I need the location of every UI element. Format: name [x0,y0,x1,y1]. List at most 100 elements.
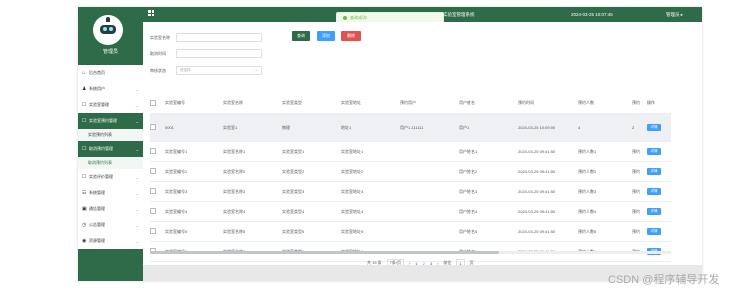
select-all-checkbox[interactable] [150,99,156,106]
sidebar-item[interactable]: ▣ 通告管理 ⌄ [78,201,143,217]
table-cell: 实验室编号4 [165,208,188,214]
table-cell: 0001 [165,125,174,130]
action-cell: 详情 [647,228,671,235]
table-row[interactable]: 实验室编号3 实验室名称3 实验室类型3 实验室地址3 用户姓名3 2024-03-25 … [150,182,671,202]
nav-icon: ☐ [82,146,87,152]
chevron-down-icon: ⌄ [135,146,139,152]
row-checkbox[interactable] [150,168,156,174]
chevron-down-icon: ⌄ [135,206,139,212]
column-header: 实验室地址 [341,100,361,105]
app-window: 管理员 ⌂ 后台首页 ♟ 系统用户 ⌄ ☐ 实验室管理 ⌄ ☐ 实验室预约管理 ⌄ 实验预约列表 ☐ 取消… [78,7,702,281]
sidebar-item[interactable]: ☐ 实验评价管理 ⌄ [78,169,143,185]
table-cell: 实验室类型2 [282,168,305,174]
detail-button[interactable]: 详情 [647,228,661,235]
data-table: 实验室编号 实验室名称 实验室类型 实验室地址 预约用户 用户姓名 预约时间 预约人数 预约 操作… [150,93,671,262]
table-cell: 预约 [632,208,640,214]
detail-button[interactable]: 详情 [647,208,661,215]
chevron-down-icon: ⌄ [135,102,139,108]
table-cell: 实验室类型4 [282,208,305,214]
sidebar-item[interactable]: ⌂ 后台首页 [78,65,143,81]
column-header: 操作 [647,100,655,105]
nav-icon: ⌂ [82,70,86,76]
column-header: 实验室类型 [282,100,302,105]
sidebar-item-label: 公告管理 [89,222,105,227]
table-cell: 2024-03-25 09:41:50 [518,209,556,214]
chevron-down-icon: ⌄ [135,190,139,196]
column-header: 实验室编号 [165,100,185,105]
sidebar-item[interactable]: ☐ 实验室管理 ⌄ [78,97,143,113]
sidebar-item[interactable]: ◉ 资源管理 ⌄ [78,233,143,249]
detail-button[interactable]: 详情 [647,124,661,131]
add-button[interactable]: 添加 [317,31,335,41]
table-cell: 预约人数4 [578,208,597,214]
table-cell: 实验室名称4 [223,208,246,214]
table-row[interactable]: 0001 实验室1 物理 地址1 用户1-111111 用户1 2024-03-25 10:… [150,114,671,142]
toast-message: 查询成功! [350,15,368,20]
sidebar-item-label: 系统管理 [89,190,105,195]
horizontal-scrollbar[interactable] [150,251,671,254]
column-header: 实验室名称 [223,100,243,105]
row-checkbox[interactable] [150,228,156,234]
delete-button[interactable]: 删除 [341,31,361,41]
table-cell: 实验室名称5 [223,228,246,234]
detail-button[interactable]: 详情 [647,188,661,195]
filter-name-label: 实验室名称 [150,34,170,40]
row-checkbox[interactable] [150,188,156,194]
table-cell: 2024-03-25 09:41:50 [518,189,556,194]
user-menu[interactable]: 管理员 ▸ [666,12,683,18]
table-cell: 用户1 [459,124,470,130]
detail-button[interactable]: 详情 [647,168,661,175]
chevron-down-icon: ⌄ [135,118,139,124]
row-checkbox[interactable] [150,148,156,154]
grid-menu-icon[interactable] [148,10,154,16]
table-cell: 实验室编号5 [165,228,188,234]
table-cell: 实验室编号3 [165,188,188,194]
column-header: 预约用户 [400,100,416,105]
table-row[interactable]: 实验室编号4 实验室名称4 实验室类型4 实验室地址4 用户姓名4 2024-03-25 … [150,202,671,222]
nav-icon: ☷ [82,190,87,196]
table-cell: 实验室地址1 [341,148,364,154]
sidebar-subitem[interactable]: 实验预约列表 [78,129,143,141]
table-cell: 4 [578,125,581,130]
table-cell: 预约 [632,188,640,194]
status-placeholder: 请选择 [180,68,191,72]
table-row[interactable]: 实验室编号1 实验室名称1 实验室类型1 实验室地址1 用户姓名1 2024-03-25 … [150,142,671,162]
row-checkbox[interactable] [150,208,156,214]
sidebar-item[interactable]: ☐ 实验室预约管理 ⌄ [78,113,143,129]
table-cell: 用户姓名5 [459,228,478,234]
success-check-icon [343,16,347,20]
sidebar-item-label: 实验评价管理 [89,174,113,179]
column-header: 预约人数 [578,100,594,105]
table-cell: 地址1 [341,124,352,130]
table-cell: 2 [632,125,635,130]
table-cell: 预约人数3 [578,188,597,194]
table-cell: 实验室地址5 [341,228,364,234]
sidebar-item[interactable]: ☷ 系统管理 ⌄ [78,185,143,201]
table-cell: 实验室编号1 [165,148,188,154]
column-header: 预约 [632,100,640,105]
detail-button[interactable]: 详情 [647,148,661,155]
time-input[interactable] [176,49,262,58]
sidebar-item[interactable]: ◷ 公告管理 ⌄ [78,217,143,233]
sidebar-nav: ⌂ 后台首页 ♟ 系统用户 ⌄ ☐ 实验室管理 ⌄ ☐ 实验室预约管理 ⌄ 实验预约列表 ☐ 取消预约管理… [78,65,143,249]
table-cell: 实验室类型5 [282,228,305,234]
table-row[interactable]: 实验室编号5 实验室名称5 实验室类型5 实验室地址5 用户姓名5 2024-03-25 … [150,222,671,242]
table-cell: 2024-03-25 09:41:50 [518,149,556,154]
scrollbar-thumb[interactable] [150,251,499,254]
sidebar-item[interactable]: ♟ 系统用户 ⌄ [78,81,143,97]
row-checkbox[interactable] [150,124,156,130]
sidebar-subitem[interactable]: 取消预约列表 [78,157,143,169]
status-select[interactable]: 请选择 ⌄ [176,66,262,75]
sidebar: 管理员 ⌂ 后台首页 ♟ 系统用户 ⌄ ☐ 实验室管理 ⌄ ☐ 实验室预约管理 ⌄ 实验预约列表 ☐ 取消… [78,7,143,281]
table-cell: 预约 [632,228,640,234]
sidebar-item[interactable]: ☐ 取消预约管理 ⌄ [78,141,143,157]
table-row[interactable]: 实验室编号2 实验室名称2 实验室类型2 实验室地址2 用户姓名2 2024-03-25 … [150,162,671,182]
column-header: 预约时间 [518,100,534,105]
chevron-down-icon: ⌄ [254,67,258,72]
search-button[interactable]: 查询 [292,31,310,41]
table-cell: 实验室类型1 [282,148,305,154]
table-cell: 实验室名称1 [223,148,246,154]
table-cell: 用户姓名4 [459,208,478,214]
name-input[interactable] [176,33,262,42]
table-cell: 用户姓名1 [459,148,478,154]
